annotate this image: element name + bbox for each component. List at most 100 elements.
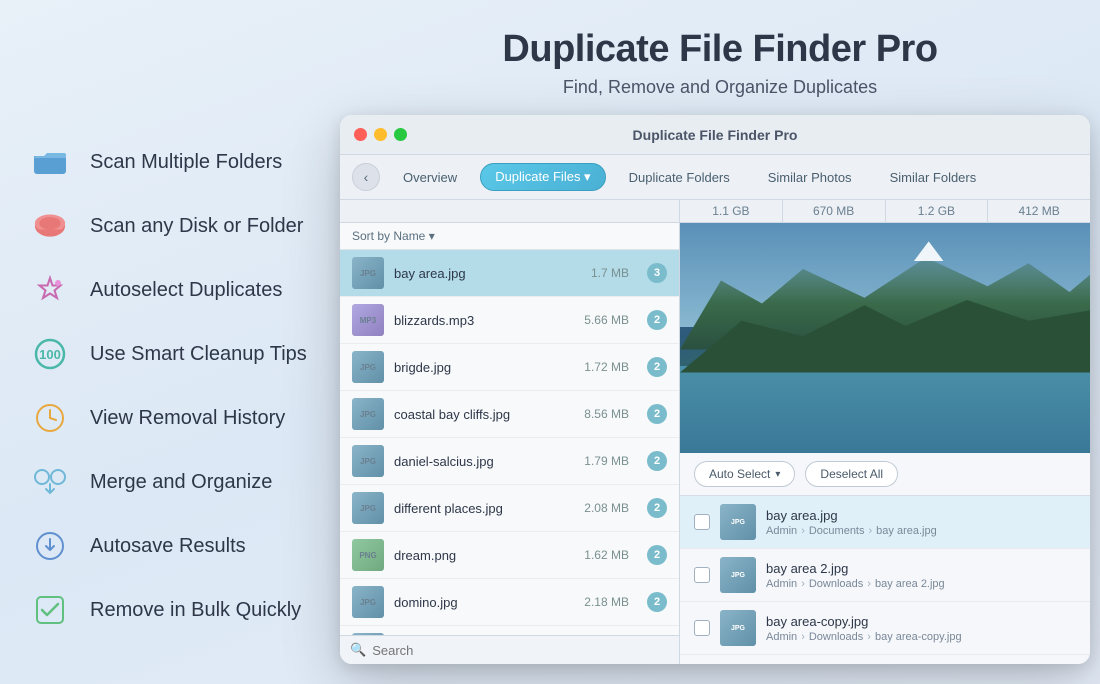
sizes-row: 1.1 GB670 MB1.2 GB412 MB	[340, 200, 1090, 223]
size-cell-3: 412 MB	[988, 200, 1090, 222]
app-window: Duplicate File Finder Pro ‹ Overview Dupl…	[340, 115, 1090, 664]
file-item-7[interactable]: JPGdomino.jpg2.18 MB2	[340, 579, 679, 626]
dup-filename-0: bay area.jpg	[766, 508, 1076, 523]
file-list-pane: Sort by Name ▾ JPGbay area.jpg1.7 MB3MP3…	[340, 223, 680, 664]
feature-item-autosave[interactable]: Autosave Results	[20, 514, 330, 578]
feature-label-removal-history: View Removal History	[90, 407, 285, 430]
size-cell-0: 1.1 GB	[680, 200, 783, 222]
feature-label-smart-cleanup: Use Smart Cleanup Tips	[90, 343, 307, 366]
file-item-4[interactable]: JPG daniel-salcius.jpg 1.79 MB 2	[340, 438, 679, 485]
file-badge-2: 2	[647, 357, 667, 377]
file-badge-3: 2	[647, 404, 667, 424]
feature-label-autosave: Autosave Results	[90, 535, 246, 558]
feature-item-removal-history[interactable]: View Removal History	[20, 386, 330, 450]
star-icon	[28, 268, 72, 312]
folder-icon	[28, 140, 72, 184]
file-size-5: 2.08 MB	[584, 501, 629, 515]
tab-similar-folders[interactable]: Similar Folders	[875, 164, 992, 191]
preview-pane: Auto Select ▾ Deselect All JPG bay area.j…	[680, 223, 1090, 664]
feature-item-merge-organize[interactable]: Merge and Organize	[20, 450, 330, 514]
feature-item-autoselect[interactable]: Autoselect Duplicates	[20, 258, 330, 322]
file-size-1: 5.66 MB	[584, 313, 629, 327]
dup-thumb-2: JPG	[720, 610, 756, 646]
chevron-icon: ▾	[775, 469, 780, 480]
file-item-8[interactable]: JPGelectric light.jpg4.04 MB2	[340, 626, 679, 635]
file-item-3[interactable]: JPGcoastal bay cliffs.jpg8.56 MB2	[340, 391, 679, 438]
dup-path-1: Admin›Downloads›bay area 2.jpg	[766, 578, 1076, 590]
tab-duplicate-files[interactable]: Duplicate Files ▾	[480, 163, 605, 191]
feature-item-scan-multiple[interactable]: Scan Multiple Folders	[20, 130, 330, 194]
size-cell-2: 1.2 GB	[886, 200, 989, 222]
file-name-5: different places.jpg	[394, 501, 574, 516]
file-size-7: 2.18 MB	[584, 595, 629, 609]
feature-label-merge-organize: Merge and Organize	[90, 471, 272, 494]
file-item-0[interactable]: JPGbay area.jpg1.7 MB3	[340, 250, 679, 297]
svg-text:100: 100	[39, 347, 61, 362]
close-button[interactable]	[354, 128, 367, 141]
dup-item-1: JPG bay area 2.jpgAdmin›Downloads›bay are…	[680, 549, 1090, 602]
dup-file-1: bay area 2.jpg	[875, 578, 945, 590]
file-thumb-1: MP3	[352, 304, 384, 336]
dup-info-0: bay area.jpgAdmin›Documents›bay area.jpg	[766, 508, 1076, 537]
sort-row[interactable]: Sort by Name ▾	[340, 223, 679, 250]
feature-item-remove-bulk[interactable]: Remove in Bulk Quickly	[20, 578, 330, 642]
dup-thumb-0: JPG	[720, 504, 756, 540]
dup-checkbox-2[interactable]	[694, 620, 710, 636]
auto-select-button[interactable]: Auto Select ▾	[694, 461, 795, 487]
dup-filename-2: bay area-copy.jpg	[766, 614, 1076, 629]
file-thumb-2: JPG	[352, 351, 384, 383]
dup-path-2: Admin›Downloads›bay area-copy.jpg	[766, 631, 1076, 643]
feature-label-autoselect: Autoselect Duplicates	[90, 279, 282, 302]
feature-label-scan-multiple: Scan Multiple Folders	[90, 151, 282, 174]
content-area: Sort by Name ▾ JPG bay area.jpg 1.7 MB 3 MP3…	[340, 223, 1090, 664]
path-arrow-0: ›	[801, 525, 805, 537]
path-arrow-2: ›	[801, 631, 805, 643]
size-cell-empty	[340, 200, 680, 222]
dup-subpath-2: Downloads	[809, 631, 863, 643]
toolbar: ‹ Overview Duplicate Files ▾ Duplicate Fol…	[340, 155, 1090, 200]
path-arrow2-0: ›	[869, 525, 873, 537]
minimize-button[interactable]	[374, 128, 387, 141]
action-row: Auto Select ▾ Deselect All	[680, 453, 1090, 496]
file-size-4: 1.79 MB	[584, 454, 629, 468]
dup-info-1: bay area 2.jpgAdmin›Downloads›bay area 2…	[766, 561, 1076, 590]
file-name-2: brigde.jpg	[394, 360, 574, 375]
search-input[interactable]	[372, 643, 669, 658]
file-item-5[interactable]: JPGdifferent places.jpg2.08 MB2	[340, 485, 679, 532]
file-thumb-4: JPG	[352, 445, 384, 477]
dup-path-0: Admin›Documents›bay area.jpg	[766, 525, 1076, 537]
dup-thumb-1: JPG	[720, 557, 756, 593]
download-circle-icon	[28, 524, 72, 568]
back-button[interactable]: ‹	[352, 163, 380, 191]
water	[680, 366, 1090, 453]
file-size-0: 1.7 MB	[591, 266, 629, 280]
file-thumb-5: JPG	[352, 492, 384, 524]
dup-checkbox-0[interactable]	[694, 514, 710, 530]
file-badge-0: 3	[647, 263, 667, 283]
feature-label-scan-disk: Scan any Disk or Folder	[90, 215, 303, 238]
titlebar: Duplicate File Finder Pro	[340, 115, 1090, 155]
file-name-6: dream.png	[394, 548, 574, 563]
tab-overview[interactable]: Overview	[388, 164, 472, 191]
header-section: Duplicate File Finder Pro Find, Remove a…	[340, 28, 1100, 98]
merge-icon	[28, 460, 72, 504]
file-item-1[interactable]: MP3blizzards.mp35.66 MB2	[340, 297, 679, 344]
feature-item-smart-cleanup[interactable]: 100 Use Smart Cleanup Tips	[20, 322, 330, 386]
tab-duplicate-folders[interactable]: Duplicate Folders	[614, 164, 745, 191]
dup-checkbox-1[interactable]	[694, 567, 710, 583]
dup-item-0: JPGbay area.jpgAdmin›Documents›bay area.…	[680, 496, 1090, 549]
file-badge-4: 2	[647, 451, 667, 471]
dup-info-2: bay area-copy.jpgAdmin›Downloads›bay are…	[766, 614, 1076, 643]
file-badge-1: 2	[647, 310, 667, 330]
tab-similar-photos[interactable]: Similar Photos	[753, 164, 867, 191]
file-item-2[interactable]: JPGbrigde.jpg1.72 MB2	[340, 344, 679, 391]
dup-item-2: JPGbay area-copy.jpgAdmin›Downloads›bay …	[680, 602, 1090, 655]
deselect-all-button[interactable]: Deselect All	[805, 461, 898, 487]
feature-item-scan-disk[interactable]: Scan any Disk or Folder	[20, 194, 330, 258]
dup-folder-1: Admin	[766, 578, 797, 590]
maximize-button[interactable]	[394, 128, 407, 141]
file-name-4: daniel-salcius.jpg	[394, 454, 574, 469]
search-bar: 🔍	[340, 635, 679, 664]
dup-subpath-0: Documents	[809, 525, 865, 537]
file-item-6[interactable]: PNGdream.png1.62 MB2	[340, 532, 679, 579]
